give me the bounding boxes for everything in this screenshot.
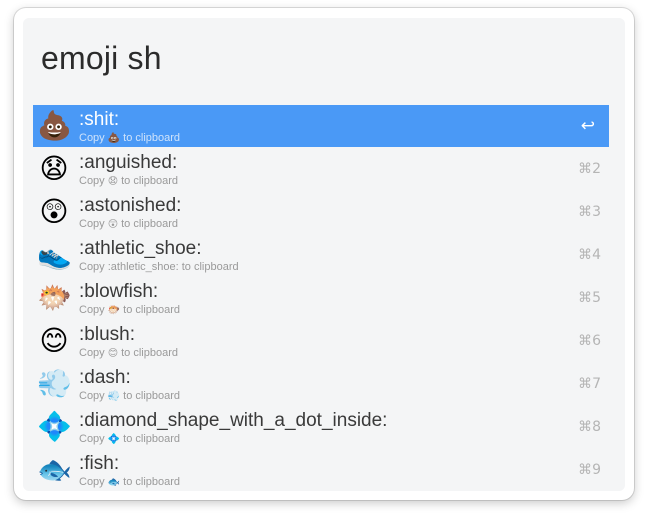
shortcut-hint: ⌘9 (578, 462, 601, 478)
shortcut-hint: ⌘8 (578, 419, 601, 435)
result-row-blush[interactable]: 😊 :blush: Copy 😊 to clipboard ⌘6 (33, 320, 609, 363)
shortcut-hint: ⌘2 (578, 161, 601, 177)
result-title: :astonished: (79, 195, 182, 216)
shortcut-hint: ⌘6 (578, 333, 601, 349)
shortcut-hint: ⌘5 (578, 290, 601, 306)
return-key-shortcut: ↩ (580, 116, 595, 136)
search-input[interactable]: emoji sh (41, 42, 162, 74)
result-row-fish[interactable]: 🐟 :fish: Copy 🐟 to clipboard ⌘9 (33, 449, 609, 492)
dash-icon: 💨 (37, 367, 72, 400)
result-subtitle: Copy 💩 to clipboard (79, 132, 181, 144)
launcher-window: emoji sh 💩 :shit: Copy 💩 to clipboard ↩ 😧 … (14, 8, 634, 500)
result-row-diamond-shape[interactable]: 💠 :diamond_shape_with_a_dot_inside: Copy… (33, 406, 609, 449)
result-subtitle: Copy 😲 to clipboard (79, 218, 178, 230)
shortcut-hint: ⌘4 (578, 247, 601, 263)
result-title: :diamond_shape_with_a_dot_inside: (79, 410, 388, 431)
anguished-face-icon: 😧 (39, 152, 69, 185)
result-row-dash[interactable]: 💨 :dash: Copy 💨 to clipboard ⌘7 (33, 363, 609, 406)
result-subtitle: Copy 💠 to clipboard (79, 433, 181, 445)
astonished-face-icon: 😲 (107, 219, 119, 230)
launcher-panel: emoji sh 💩 :shit: Copy 💩 to clipboard ↩ 😧 … (23, 18, 625, 491)
result-subtitle: Copy 😧 to clipboard (79, 175, 178, 187)
result-row-anguished[interactable]: 😧 :anguished: Copy 😧 to clipboard ⌘2 (33, 148, 609, 191)
result-title: :anguished: (79, 152, 178, 173)
result-subtitle: Copy 🐡 to clipboard (79, 304, 181, 316)
blowfish-icon: 🐡 (37, 281, 72, 314)
fish-icon: 🐟 (37, 453, 72, 486)
results-list: 💩 :shit: Copy 💩 to clipboard ↩ 😧 :anguishe… (33, 105, 609, 492)
diamond-shape-with-dot-icon: 💠 (107, 434, 121, 445)
result-row-blowfish[interactable]: 🐡 :blowfish: Copy 🐡 to clipboard ⌘5 (33, 277, 609, 320)
blush-face-icon: 😊 (39, 324, 69, 357)
result-title: :blush: (79, 324, 135, 345)
fish-icon: 🐟 (107, 477, 121, 488)
result-row-astonished[interactable]: 😲 :astonished: Copy 😲 to clipboard ⌘3 (33, 191, 609, 234)
blush-face-icon: 😊 (107, 348, 119, 359)
shortcut-hint: ⌘3 (578, 204, 601, 220)
athletic-shoe-icon: 👟 (37, 238, 72, 271)
result-title: :blowfish: (79, 281, 159, 302)
diamond-shape-with-dot-icon: 💠 (37, 410, 72, 443)
dash-icon: 💨 (107, 391, 121, 402)
result-title: :fish: (79, 453, 120, 474)
astonished-face-icon: 😲 (39, 195, 69, 228)
shortcut-hint: ⌘7 (578, 376, 601, 392)
result-title: :shit: (79, 109, 120, 130)
anguished-face-icon: 😧 (107, 176, 119, 187)
result-subtitle: Copy :athletic_shoe: to clipboard (79, 261, 239, 273)
result-row-shit[interactable]: 💩 :shit: Copy 💩 to clipboard ↩ (33, 105, 609, 147)
result-subtitle: Copy 🐟 to clipboard (79, 476, 181, 488)
result-subtitle: Copy 💨 to clipboard (79, 390, 181, 402)
result-subtitle: Copy 😊 to clipboard (79, 347, 178, 359)
result-row-athletic-shoe[interactable]: 👟 :athletic_shoe: Copy :athletic_shoe: t… (33, 234, 609, 277)
pile-of-poo-icon: 💩 (107, 133, 121, 144)
blowfish-icon: 🐡 (107, 305, 121, 316)
pile-of-poo-icon: 💩 (37, 109, 72, 142)
result-title: :athletic_shoe: (79, 238, 202, 259)
result-title: :dash: (79, 367, 131, 388)
